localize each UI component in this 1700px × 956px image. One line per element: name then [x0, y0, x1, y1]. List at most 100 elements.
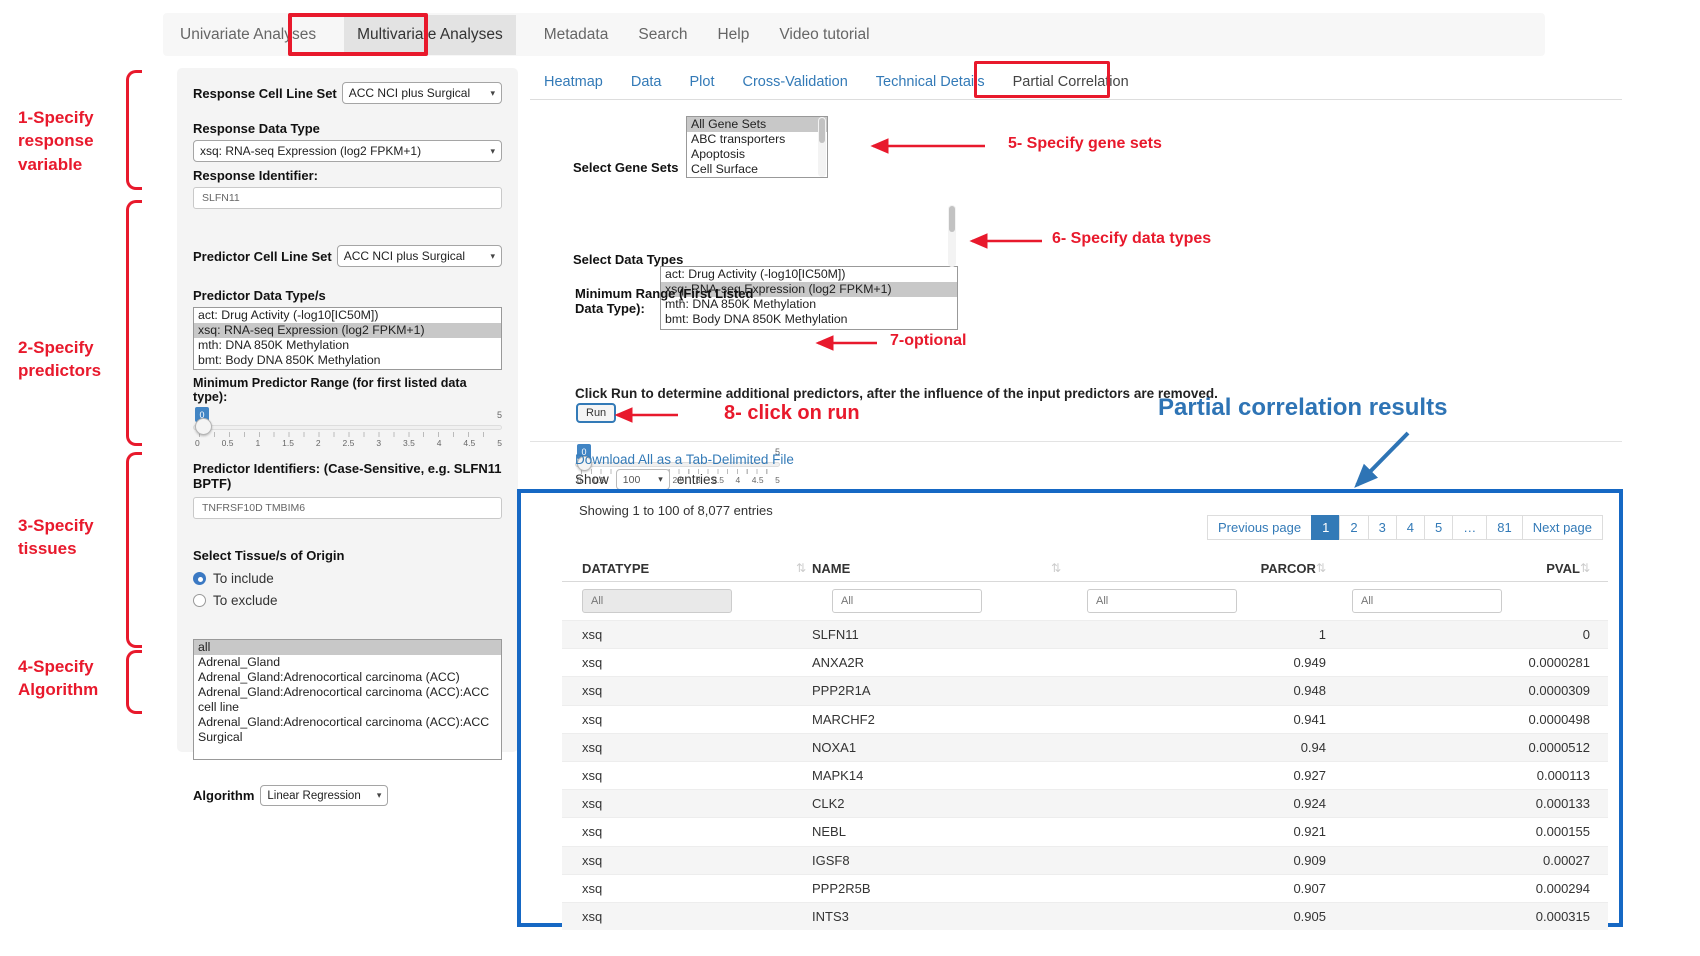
tab[interactable]: Heatmap	[530, 65, 617, 99]
gene-sets-label: Select Gene Sets	[573, 160, 679, 175]
column-header-parcor[interactable]: PARCOR	[1261, 561, 1316, 576]
nav-item[interactable]: Video tutorial	[777, 16, 871, 54]
page-length-select[interactable]: 100 ▾	[616, 469, 670, 490]
data-types-scrollbar[interactable]	[948, 205, 956, 267]
tab[interactable]: Cross-Validation	[728, 65, 861, 99]
nav-item[interactable]: Metadata	[542, 16, 611, 54]
page-button[interactable]: 2	[1339, 515, 1368, 540]
response-cell-line-set-select[interactable]: ACC NCI plus Surgical ▾	[342, 82, 502, 104]
predictor-data-types-listbox: act: Drug Activity (-log10[IC50M])xsq: R…	[193, 307, 502, 370]
sort-icon[interactable]: ⇅	[1316, 561, 1326, 575]
sort-icon[interactable]: ⇅	[796, 561, 806, 575]
column-header-datatype[interactable]: DATATYPE	[582, 561, 649, 576]
table-row: xsq INTS3 0.905 0.000315	[562, 902, 1608, 930]
tab[interactable]: Plot	[675, 65, 728, 99]
predictor-cell-line-set-value: ACC NCI plus Surgical	[344, 249, 465, 263]
listbox-option[interactable]: mth: DNA 850K Methylation	[194, 338, 501, 353]
chevron-down-icon: ▾	[658, 474, 663, 485]
listbox-option[interactable]: Adrenal_Gland:Adrenocortical carcinoma (…	[194, 685, 501, 715]
nav-item[interactable]: Help	[715, 16, 751, 54]
page-button[interactable]: 81	[1486, 515, 1522, 540]
listbox-option[interactable]: act: Drug Activity (-log10[IC50M])	[661, 267, 957, 282]
page-button[interactable]: Previous page	[1207, 515, 1312, 540]
show-label: Show	[575, 472, 609, 487]
radio-to-include-label: To include	[213, 571, 274, 586]
predictor-cell-line-set-label: Predictor Cell Line Set	[193, 249, 332, 264]
column-header-name[interactable]: NAME	[812, 561, 850, 576]
table-row: xsq PPP2R1A 0.948 0.0000309	[562, 676, 1608, 704]
nav-item[interactable]: Multivariate Analyses	[344, 15, 516, 55]
showing-entries-text: Showing 1 to 100 of 8,077 entries	[579, 503, 773, 518]
cell-name: MAPK14	[812, 768, 1067, 783]
slider-tick-label: 5	[497, 438, 502, 448]
column-header-pval[interactable]: PVAL	[1546, 561, 1580, 576]
listbox-option[interactable]: Cell Surface	[687, 162, 827, 177]
page-button[interactable]: …	[1452, 515, 1487, 540]
filter-pval-input[interactable]	[1352, 589, 1502, 613]
cell-pval: 0.000294	[1332, 881, 1608, 896]
filter-datatype-input[interactable]	[582, 589, 732, 613]
response-data-type-select[interactable]: xsq: RNA-seq Expression (log2 FPKM+1) ▾	[193, 140, 502, 162]
annotation-step7: 7-optional	[890, 332, 966, 350]
listbox-option[interactable]: All Gene Sets	[687, 117, 827, 132]
cell-pval: 0.000133	[1332, 796, 1608, 811]
cell-pval: 0.000315	[1332, 909, 1608, 924]
tab[interactable]: Partial Correlation	[999, 65, 1143, 99]
cell-name: PPP2R1A	[812, 683, 1067, 698]
response-identifier-input[interactable]: SLFN11	[193, 187, 502, 209]
radio-to-include[interactable]	[193, 572, 206, 585]
listbox-option[interactable]: bmt: Body DNA 850K Methylation	[194, 353, 501, 368]
min-range-label: Minimum Range (First Listed Data Type):	[575, 286, 780, 316]
listbox-option[interactable]: act: Drug Activity (-log10[IC50M])	[194, 308, 501, 323]
nav-item[interactable]: Search	[636, 16, 689, 54]
page-button[interactable]: Next page	[1522, 515, 1603, 540]
filter-parcor-input[interactable]	[1087, 589, 1237, 613]
sort-icon[interactable]: ⇅	[1051, 561, 1061, 575]
response-cell-line-set-label: Response Cell Line Set	[193, 86, 337, 101]
tab[interactable]: Data	[617, 65, 676, 99]
slider-tick-label: 4.5	[463, 438, 475, 448]
page-button[interactable]: 5	[1424, 515, 1453, 540]
tab[interactable]: Technical Details	[862, 65, 999, 99]
listbox-option[interactable]: Adrenal_Gland:Adrenocortical carcinoma (…	[194, 715, 501, 745]
results-table-box: Showing 1 to 100 of 8,077 entries Previo…	[517, 489, 1623, 927]
cell-parcor: 0.905	[1067, 909, 1332, 924]
algorithm-select[interactable]: Linear Regression ▾	[260, 785, 388, 806]
cell-pval: 0	[1332, 627, 1608, 642]
cell-parcor: 0.907	[1067, 881, 1332, 896]
min-predictor-range-label: Minimum Predictor Range (for first liste…	[193, 376, 502, 404]
nav-item[interactable]: Univariate Analyses	[178, 16, 318, 54]
download-link[interactable]: Download All as a Tab-Delimited File	[575, 452, 794, 467]
page-button[interactable]: 4	[1396, 515, 1425, 540]
run-button[interactable]: Run	[576, 403, 616, 423]
radio-to-exclude[interactable]	[193, 594, 206, 607]
slider-track[interactable]	[193, 425, 502, 430]
cell-pval: 0.0000281	[1332, 655, 1608, 670]
listbox-option[interactable]: ABC transporters	[687, 132, 827, 147]
entries-label: entries	[677, 472, 718, 487]
listbox-option[interactable]: Apoptosis	[687, 147, 827, 162]
slider-tick-label: 2.5	[343, 438, 355, 448]
listbox-option[interactable]: xsq: RNA-seq Expression (log2 FPKM+1)	[194, 323, 501, 338]
slider-handle[interactable]	[195, 418, 212, 435]
page-button[interactable]: 1	[1311, 515, 1340, 540]
response-data-type-value: xsq: RNA-seq Expression (log2 FPKM+1)	[200, 144, 421, 158]
algorithm-value: Linear Regression	[267, 790, 360, 802]
predictor-cell-line-set-select[interactable]: ACC NCI plus Surgical ▾	[337, 245, 502, 267]
gene-sets-scrollbar[interactable]	[818, 117, 826, 177]
annotation-step1: 1-Specify response variable	[18, 106, 94, 176]
listbox-option[interactable]: all	[194, 640, 501, 655]
table-row: xsq IGSF8 0.909 0.00027	[562, 846, 1608, 874]
annotation-step4: 4-Specify Algorithm	[18, 655, 98, 702]
slider-tick-label: 4.5	[752, 475, 764, 485]
sort-icon[interactable]: ⇅	[1580, 561, 1590, 575]
annotation-step2: 2-Specify predictors	[18, 336, 101, 383]
page-button[interactable]: 3	[1368, 515, 1397, 540]
listbox-option[interactable]: Adrenal_Gland:Adrenocortical carcinoma (…	[194, 670, 501, 685]
predictor-identifiers-input[interactable]: TNFRSF10D TMBIM6	[193, 497, 502, 519]
filter-name-input[interactable]	[832, 589, 982, 613]
show-entries-row: Show 100 ▾ entries	[575, 469, 717, 490]
listbox-option[interactable]: Adrenal_Gland	[194, 655, 501, 670]
page-length-value: 100	[623, 474, 641, 486]
cell-datatype: xsq	[562, 909, 812, 924]
